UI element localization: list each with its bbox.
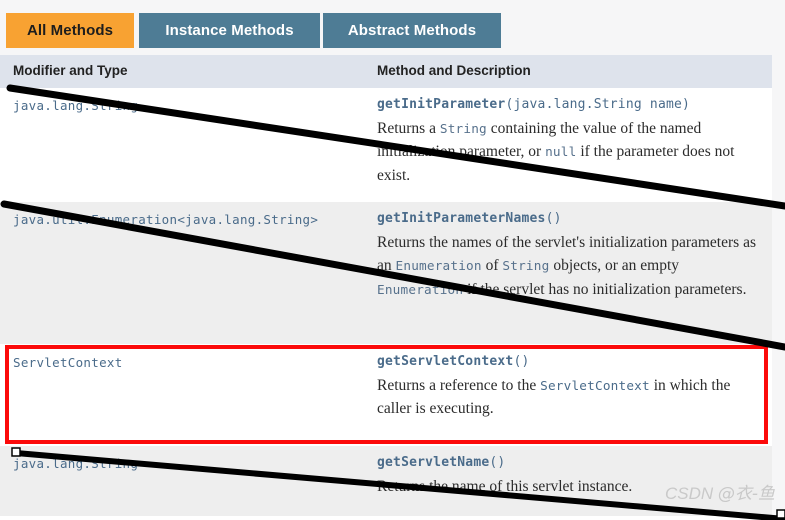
table-bottom-edge <box>0 516 772 520</box>
watermark-handle: @衣-鱼 <box>717 484 775 504</box>
method-name-link[interactable]: getServletName <box>377 455 489 470</box>
method-description: Returns a String containing the value of… <box>377 119 735 184</box>
method-description: Returns the names of the servlet's initi… <box>377 233 756 298</box>
annotation-resize-handle[interactable] <box>776 509 785 519</box>
tab-abstract-methods[interactable]: Abstract Methods <box>323 13 501 48</box>
watermark-prefix: CSDN <box>664 484 718 503</box>
method-name-link[interactable]: getServletContext <box>377 354 513 369</box>
tab-all-methods[interactable]: All Methods <box>6 13 134 48</box>
method-arguments: () <box>513 354 530 369</box>
cell-method-and-description: getInitParameterNames() Returns the names… <box>377 202 772 344</box>
method-signature[interactable]: getInitParameter(java.lang.String name) <box>377 95 758 115</box>
method-description: Returns a reference to the ServletContex… <box>377 376 731 418</box>
table-row: ServletContext getServletContext() Returns… <box>0 345 772 446</box>
column-header-modifier-and-type: Modifier and Type <box>13 63 128 78</box>
tab-instance-methods[interactable]: Instance Methods <box>139 13 320 48</box>
table-header-row: Modifier and Type Method and Description <box>0 55 772 88</box>
method-filter-tabbar: All Methods Instance Methods Abstract Me… <box>0 0 785 55</box>
table-row: java.lang.String getInitParameter(java.la… <box>0 88 772 202</box>
cell-modifier-and-type[interactable]: java.lang.String <box>0 446 377 517</box>
cell-method-and-description: getServletContext() Returns a reference t… <box>377 345 772 445</box>
tab-instance-methods-label: Instance Methods <box>165 22 294 39</box>
method-arguments: () <box>545 211 562 226</box>
table-row: java.util.Enumeration<java.lang.String> g… <box>0 202 772 345</box>
method-signature[interactable]: getServletName() <box>377 453 758 473</box>
cell-modifier-and-type[interactable]: ServletContext <box>0 345 377 445</box>
cell-modifier-and-type[interactable]: java.lang.String <box>0 88 377 201</box>
method-name-link[interactable]: getInitParameter <box>377 97 505 112</box>
csdn-watermark: CSDN @衣-鱼 <box>665 479 775 504</box>
column-header-method-and-description: Method and Description <box>377 63 531 78</box>
tab-abstract-methods-label: Abstract Methods <box>347 22 477 39</box>
cell-modifier-and-type[interactable]: java.util.Enumeration<java.lang.String> <box>0 202 377 344</box>
method-signature[interactable]: getInitParameterNames() <box>377 209 758 229</box>
method-arguments: () <box>489 455 506 470</box>
table-row: java.lang.String getServletName() Returns … <box>0 446 772 518</box>
cell-method-and-description: getInitParameter(java.lang.String name) R… <box>377 88 772 201</box>
method-name-link[interactable]: getInitParameterNames <box>377 211 546 226</box>
method-signature[interactable]: getServletContext() <box>377 352 758 372</box>
method-summary-table-body: java.lang.String getInitParameter(java.la… <box>0 88 772 518</box>
javadoc-method-summary: All Methods Instance Methods Abstract Me… <box>0 0 785 520</box>
method-arguments: (java.lang.String name) <box>505 97 691 112</box>
tab-all-methods-label: All Methods <box>26 22 114 39</box>
